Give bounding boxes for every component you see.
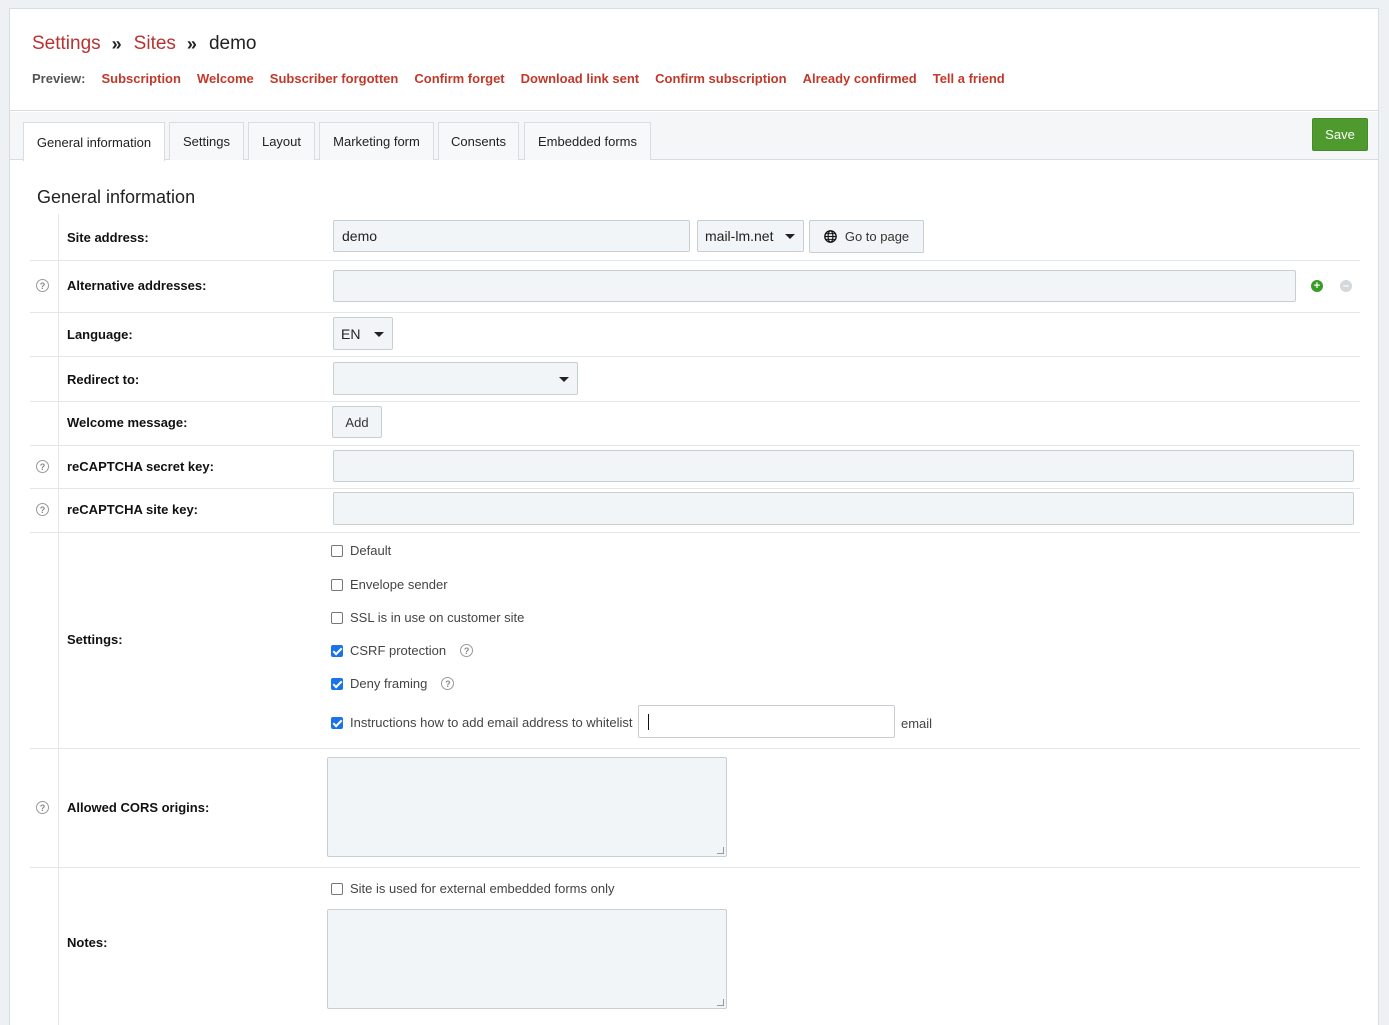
save-button[interactable]: Save: [1312, 118, 1368, 151]
help-icon[interactable]: ?: [36, 801, 49, 814]
preview-link-subscriber-forgotten[interactable]: Subscriber forgotten: [270, 71, 399, 86]
deny-framing-checkbox[interactable]: Deny framing ?: [331, 676, 455, 691]
recaptcha-site-row: ? reCAPTCHA site key:: [30, 489, 1360, 533]
csrf-protection-checkbox[interactable]: CSRF protection ?: [331, 643, 474, 658]
row-divider: [58, 214, 59, 1025]
preview-link-subscription[interactable]: Subscription: [101, 71, 180, 86]
checkbox-unchecked[interactable]: [331, 544, 343, 557]
alternative-addresses-label: Alternative addresses:: [67, 278, 207, 293]
settings-row: Settings: Default Envelope sender SSL is…: [30, 533, 1360, 749]
notes-textarea[interactable]: [327, 909, 727, 1009]
checkbox-checked[interactable]: [331, 644, 343, 657]
help-icon[interactable]: ?: [460, 644, 474, 657]
chevron-down-icon: [559, 376, 569, 382]
tab-embedded-forms[interactable]: Embedded forms: [524, 122, 651, 160]
preview-link-download-link-sent[interactable]: Download link sent: [521, 71, 639, 86]
checkbox-checked[interactable]: [331, 677, 343, 690]
recaptcha-site-label: reCAPTCHA site key:: [67, 502, 199, 517]
preview-links: Preview: Subscription Welcome Subscriber…: [32, 71, 1378, 86]
external-embedded-only-label: Site is used for external embedded forms…: [350, 881, 615, 896]
add-welcome-message-button[interactable]: Add: [332, 406, 382, 438]
recaptcha-secret-row: ? reCAPTCHA secret key:: [30, 446, 1360, 489]
language-select[interactable]: EN: [333, 317, 393, 350]
redirect-to-select[interactable]: [333, 362, 578, 395]
add-icon[interactable]: +: [1311, 280, 1323, 292]
checkbox-unchecked[interactable]: [331, 882, 343, 895]
text-cursor: [648, 714, 649, 730]
breadcrumb-sites-link[interactable]: Sites: [134, 32, 176, 56]
alternative-addresses-row: ? Alternative addresses: + –: [30, 261, 1360, 313]
section-title: General information: [37, 187, 196, 207]
tab-consents[interactable]: Consents: [438, 122, 519, 160]
alternative-addresses-input[interactable]: [333, 270, 1296, 302]
help-icon[interactable]: ?: [36, 460, 49, 473]
recaptcha-secret-input[interactable]: [333, 450, 1354, 482]
welcome-message-row: Welcome message: Add: [30, 402, 1360, 446]
redirect-to-label: Redirect to:: [67, 372, 140, 387]
go-to-page-button[interactable]: Go to page: [809, 220, 924, 253]
tab-marketing-form[interactable]: Marketing form: [319, 122, 434, 160]
default-checkbox[interactable]: Default: [331, 543, 391, 558]
ssl-checkbox[interactable]: SSL is in use on customer site: [331, 610, 524, 625]
breadcrumb-current: demo: [208, 33, 257, 54]
chevron-down-icon: [785, 234, 795, 239]
breadcrumb-separator: »: [111, 34, 122, 54]
language-row: Language: EN: [30, 313, 1360, 357]
preview-link-welcome[interactable]: Welcome: [197, 71, 254, 86]
whitelist-checkbox[interactable]: Instructions how to add email address to…: [331, 715, 633, 730]
language-select-value: EN: [341, 325, 361, 342]
main-panel: Settings » Sites » demo Preview: Subscri…: [9, 8, 1379, 1025]
whitelist-email-input[interactable]: [638, 705, 895, 738]
globe-icon: [823, 230, 837, 243]
envelope-sender-checkbox[interactable]: Envelope sender: [331, 577, 448, 592]
checkbox-checked[interactable]: [331, 716, 343, 729]
notes-label: Notes:: [67, 935, 108, 950]
go-to-page-label: Go to page: [844, 229, 910, 244]
site-address-input[interactable]: demo: [333, 220, 690, 252]
whitelist-suffix: email: [901, 716, 933, 731]
deny-framing-label: Deny framing: [350, 676, 428, 691]
breadcrumb-separator: »: [186, 34, 197, 54]
recaptcha-site-input[interactable]: [333, 492, 1354, 525]
preview-link-confirm-subscription[interactable]: Confirm subscription: [655, 71, 786, 86]
remove-icon[interactable]: –: [1340, 280, 1352, 292]
language-label: Language:: [67, 327, 133, 342]
checkbox-unchecked[interactable]: [331, 578, 343, 591]
preview-link-already-confirmed[interactable]: Already confirmed: [803, 71, 917, 86]
csrf-protection-label: CSRF protection: [350, 643, 447, 658]
tab-settings[interactable]: Settings: [169, 122, 244, 160]
recaptcha-secret-label: reCAPTCHA secret key:: [67, 459, 214, 474]
checkbox-unchecked[interactable]: [331, 611, 343, 624]
breadcrumb: Settings » Sites » demo: [32, 32, 1378, 56]
redirect-to-row: Redirect to:: [30, 357, 1360, 402]
help-icon[interactable]: ?: [36, 279, 49, 292]
tab-general-information[interactable]: General information: [23, 122, 165, 161]
tab-bar: General information Settings Layout Mark…: [10, 112, 1378, 161]
tab-layout[interactable]: Layout: [248, 122, 315, 160]
envelope-sender-label: Envelope sender: [350, 577, 448, 592]
domain-select-value: mail-lm.net: [705, 228, 774, 244]
page-header: Settings » Sites » demo Preview: Subscri…: [10, 9, 1378, 111]
site-address-row: Site address: demo mail-lm.net Go to pag…: [30, 214, 1360, 261]
settings-label: Settings:: [67, 632, 123, 647]
preview-link-tell-a-friend[interactable]: Tell a friend: [933, 71, 1005, 86]
domain-select[interactable]: mail-lm.net: [697, 220, 804, 252]
chevron-down-icon: [374, 331, 384, 337]
external-embedded-only-checkbox[interactable]: Site is used for external embedded forms…: [331, 881, 614, 896]
help-icon[interactable]: ?: [36, 503, 49, 516]
breadcrumb-settings-link[interactable]: Settings: [32, 32, 101, 56]
preview-label: Preview:: [32, 71, 86, 86]
welcome-message-label: Welcome message:: [67, 415, 188, 430]
help-icon[interactable]: ?: [441, 677, 455, 690]
site-address-label: Site address:: [67, 230, 149, 245]
cors-label: Allowed CORS origins:: [67, 800, 210, 815]
notes-row: Site is used for external embedded forms…: [30, 868, 1360, 1025]
cors-row: ? Allowed CORS origins:: [30, 749, 1360, 868]
preview-link-confirm-forget[interactable]: Confirm forget: [414, 71, 504, 86]
whitelist-label: Instructions how to add email address to…: [350, 715, 633, 730]
ssl-label: SSL is in use on customer site: [350, 610, 525, 625]
cors-textarea[interactable]: [327, 757, 727, 857]
default-checkbox-label: Default: [350, 543, 392, 558]
